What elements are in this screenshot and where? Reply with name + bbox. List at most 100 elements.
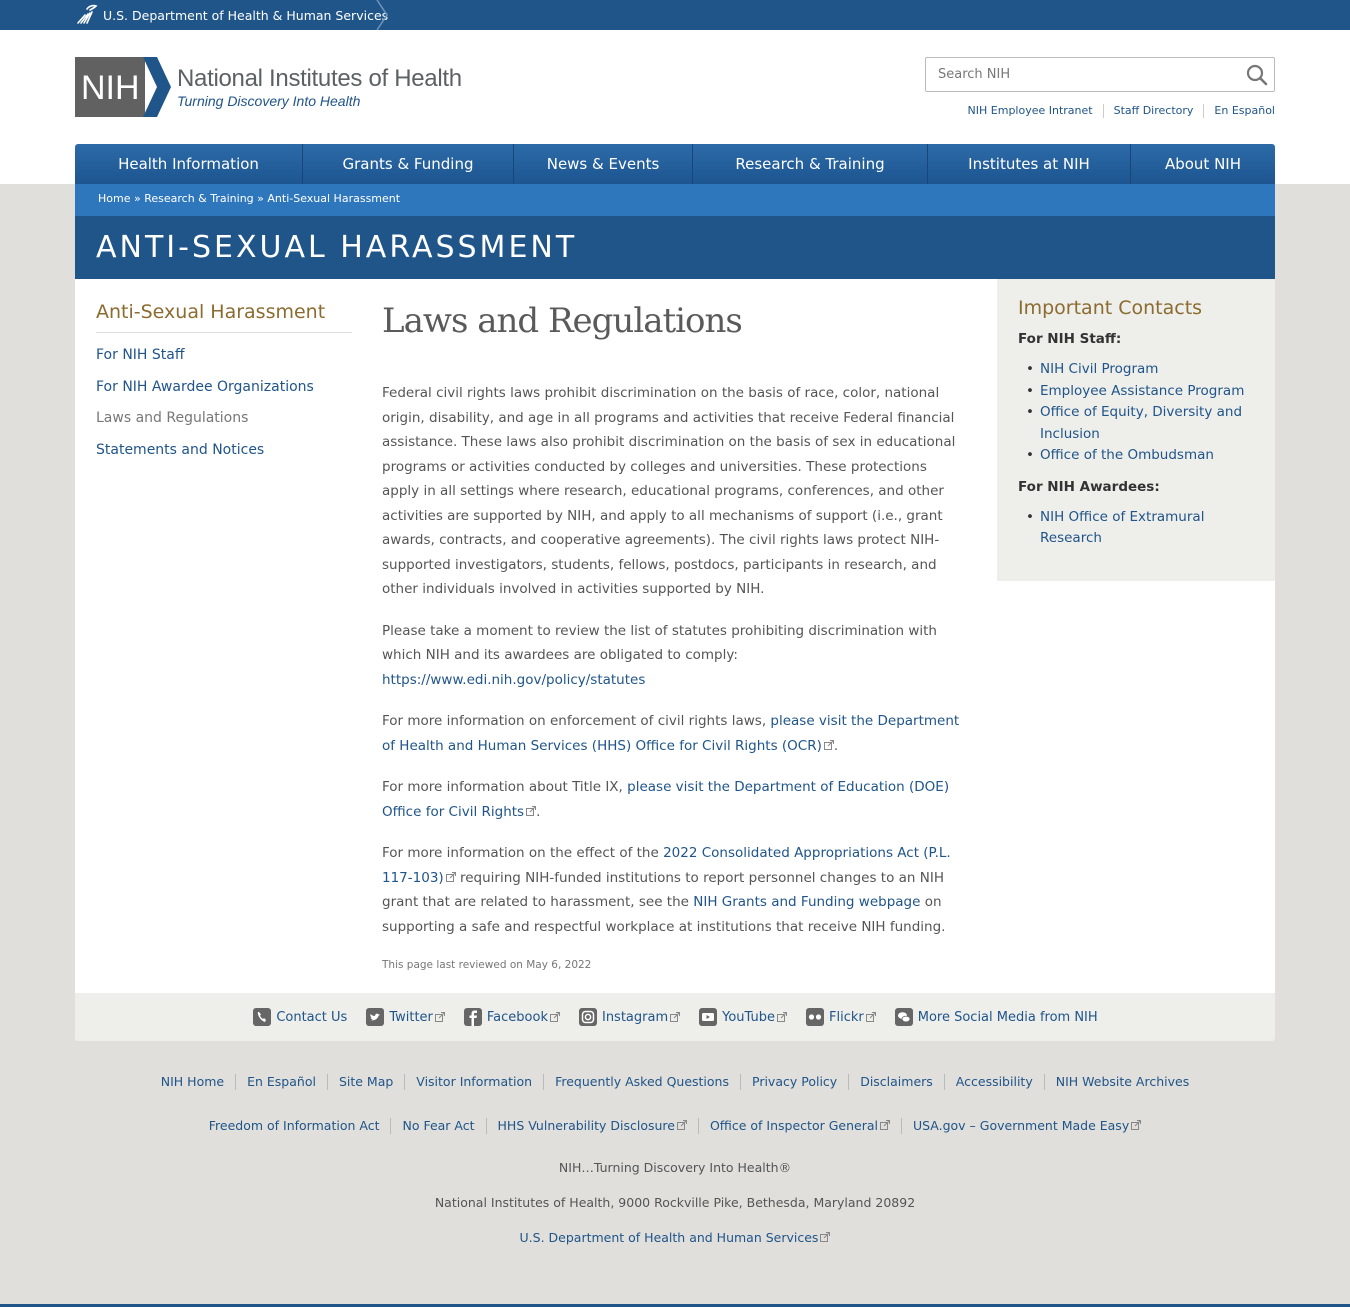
- chat-bubbles-icon: [894, 1008, 913, 1026]
- external-link-icon: [434, 1012, 445, 1022]
- grants-funding-webpage-link[interactable]: NIH Grants and Funding webpage: [693, 894, 920, 910]
- nav-grants-funding[interactable]: Grants & Funding: [303, 144, 514, 184]
- external-link-icon: [865, 1012, 876, 1022]
- statutes-link[interactable]: https://www.edi.nih.gov/policy/statutes: [382, 672, 645, 688]
- footer-archives[interactable]: NIH Website Archives: [1043, 1074, 1201, 1090]
- sidebar-awardees-heading: For NIH Awardees:: [1018, 478, 1160, 495]
- footer-accessibility[interactable]: Accessibility: [943, 1074, 1044, 1090]
- footer-address: National Institutes of Health, 9000 Rock…: [434, 1195, 916, 1210]
- external-link-icon: [823, 739, 834, 750]
- flickr-icon: [806, 1008, 824, 1026]
- youtube-link[interactable]: YouTube: [698, 1007, 787, 1027]
- external-link-icon: [670, 1012, 681, 1022]
- footer-espanol[interactable]: En Español: [235, 1074, 327, 1090]
- utility-links: NIH Employee Intranet Staff Directory En…: [958, 104, 1275, 118]
- sidebar-title: Important Contacts: [1018, 297, 1203, 319]
- chevron-right-icon: [376, 0, 388, 30]
- staff-directory-link[interactable]: Staff Directory: [1102, 104, 1204, 118]
- facebook-link[interactable]: Facebook: [463, 1007, 560, 1027]
- breadcrumb-current[interactable]: Anti-Sexual Harassment: [267, 192, 400, 205]
- hhs-bar: U.S. Department of Health & Human Servic…: [0, 0, 1350, 30]
- espanol-link[interactable]: En Español: [1203, 104, 1275, 118]
- footer-site-map[interactable]: Site Map: [326, 1074, 404, 1090]
- hhs-link[interactable]: U.S. Department of Health & Human Servic…: [103, 8, 388, 23]
- footer-nih-home[interactable]: NIH Home: [150, 1074, 235, 1090]
- left-nav-item-statements[interactable]: Statements and Notices: [96, 442, 264, 458]
- breadcrumb: Home » Research & Training » Anti-Sexual…: [75, 184, 1275, 216]
- nav-about[interactable]: About NIH: [1131, 144, 1275, 184]
- search-box: [925, 57, 1275, 92]
- footer-faq[interactable]: Frequently Asked Questions: [543, 1074, 740, 1090]
- external-link-icon: [777, 1012, 787, 1022]
- breadcrumb-separator: »: [130, 192, 145, 205]
- nih-logo-mark: NIH: [75, 57, 171, 117]
- footer-no-fear[interactable]: No Fear Act: [390, 1118, 485, 1134]
- footer-usagov[interactable]: USA.gov – Government Made Easy: [900, 1118, 1152, 1134]
- contact-eap-link[interactable]: Employee Assistance Program: [1040, 383, 1244, 399]
- paragraph: For more information on the effect of th…: [382, 841, 967, 939]
- instagram-icon: [578, 1008, 597, 1026]
- external-link-icon: [879, 1120, 890, 1130]
- paragraph-text: Please take a moment to review the list …: [382, 622, 937, 664]
- left-nav-title: Anti-Sexual Harassment: [96, 301, 352, 333]
- breadcrumb-home[interactable]: Home: [98, 192, 130, 205]
- contact-civil-program-link[interactable]: NIH Civil Program: [1040, 361, 1158, 377]
- important-contacts-sidebar: Important Contacts For NIH Staff: NIH Ci…: [997, 279, 1275, 581]
- flickr-label: Flickr: [829, 1009, 864, 1025]
- paragraph-text: .: [536, 803, 541, 820]
- hhs-eagle-icon: [77, 4, 98, 24]
- external-link-icon: [549, 1012, 560, 1022]
- external-link-icon: [526, 805, 537, 816]
- left-nav-item-laws-current: Laws and Regulations: [96, 410, 249, 426]
- external-link-icon: [820, 1232, 831, 1242]
- more-social-media-link[interactable]: More Social Media from NIH: [894, 1007, 1098, 1027]
- search-input[interactable]: [926, 58, 1226, 91]
- last-reviewed: This page last reviewed on May 6, 2022: [382, 959, 592, 971]
- external-link-icon: [1131, 1120, 1142, 1130]
- sidebar-staff-heading: For NIH Staff:: [1018, 331, 1122, 347]
- footer-oig-label: Office of Inspector General: [709, 1118, 878, 1133]
- footer-visitor-info[interactable]: Visitor Information: [404, 1074, 543, 1090]
- more-social-label: More Social Media from NIH: [917, 1009, 1098, 1025]
- twitter-label: Twitter: [389, 1009, 433, 1025]
- contact-oer-link[interactable]: NIH Office of Extramural Research: [1040, 509, 1204, 547]
- footer-foia[interactable]: Freedom of Information Act: [198, 1118, 391, 1134]
- paragraph: Federal civil rights laws prohibit discr…: [382, 385, 956, 597]
- footer-oig[interactable]: Office of Inspector General: [697, 1118, 901, 1134]
- contact-ombudsman-link[interactable]: Office of the Ombudsman: [1040, 447, 1214, 463]
- nav-research-training[interactable]: Research & Training: [693, 144, 928, 184]
- site-title: National Institutes of Health: [177, 65, 462, 92]
- footer-disclaimers[interactable]: Disclaimers: [848, 1074, 944, 1090]
- left-nav-item-awardee-orgs[interactable]: For NIH Awardee Organizations: [96, 379, 314, 395]
- contact-us-label: Contact Us: [276, 1009, 348, 1025]
- footer-privacy[interactable]: Privacy Policy: [740, 1074, 848, 1090]
- twitter-icon: [366, 1008, 385, 1026]
- nih-logo[interactable]: NIH National Institutes of Health Turnin…: [75, 57, 462, 117]
- breadcrumb-research[interactable]: Research & Training: [144, 192, 253, 205]
- instagram-link[interactable]: Instagram: [578, 1007, 681, 1027]
- footer-hhs-link[interactable]: U.S. Department of Health and Human Serv…: [520, 1230, 819, 1245]
- left-nav-item-nih-staff[interactable]: For NIH Staff: [96, 347, 185, 363]
- nav-health-information[interactable]: Health Information: [75, 144, 303, 184]
- main-content: Laws and Regulations Federal civil right…: [382, 299, 967, 971]
- footer-tagline: NIH…Turning Discovery Into Health®: [558, 1160, 792, 1175]
- contact-edi-link[interactable]: Office of Equity, Diversity and Inclusio…: [1040, 404, 1242, 442]
- page-title: Laws and Regulations: [382, 301, 743, 341]
- facebook-icon: [463, 1008, 482, 1026]
- paragraph-text: .: [833, 737, 839, 754]
- nav-institutes[interactable]: Institutes at NIH: [928, 144, 1131, 184]
- paragraph-text: For more information on enforcement of c…: [382, 713, 771, 729]
- footer-usagov-label: USA.gov – Government Made Easy: [912, 1118, 1130, 1133]
- breadcrumb-separator: »: [253, 192, 268, 205]
- paragraph: For more information on enforcement of c…: [382, 709, 967, 758]
- instagram-label: Instagram: [601, 1009, 669, 1025]
- flickr-link[interactable]: Flickr: [805, 1007, 876, 1027]
- contact-us-link[interactable]: Contact Us: [252, 1007, 347, 1027]
- social-bar: Contact Us Twitter Facebook Instagram Yo…: [75, 993, 1275, 1041]
- footer-links-primary: NIH Home En Español Site Map Visitor Inf…: [0, 1074, 1350, 1090]
- search-icon[interactable]: [1246, 64, 1268, 86]
- footer-hhs-vdp[interactable]: HHS Vulnerability Disclosure: [485, 1118, 698, 1134]
- employee-intranet-link[interactable]: NIH Employee Intranet: [958, 104, 1103, 118]
- twitter-link[interactable]: Twitter: [365, 1007, 445, 1027]
- nav-news-events[interactable]: News & Events: [514, 144, 693, 184]
